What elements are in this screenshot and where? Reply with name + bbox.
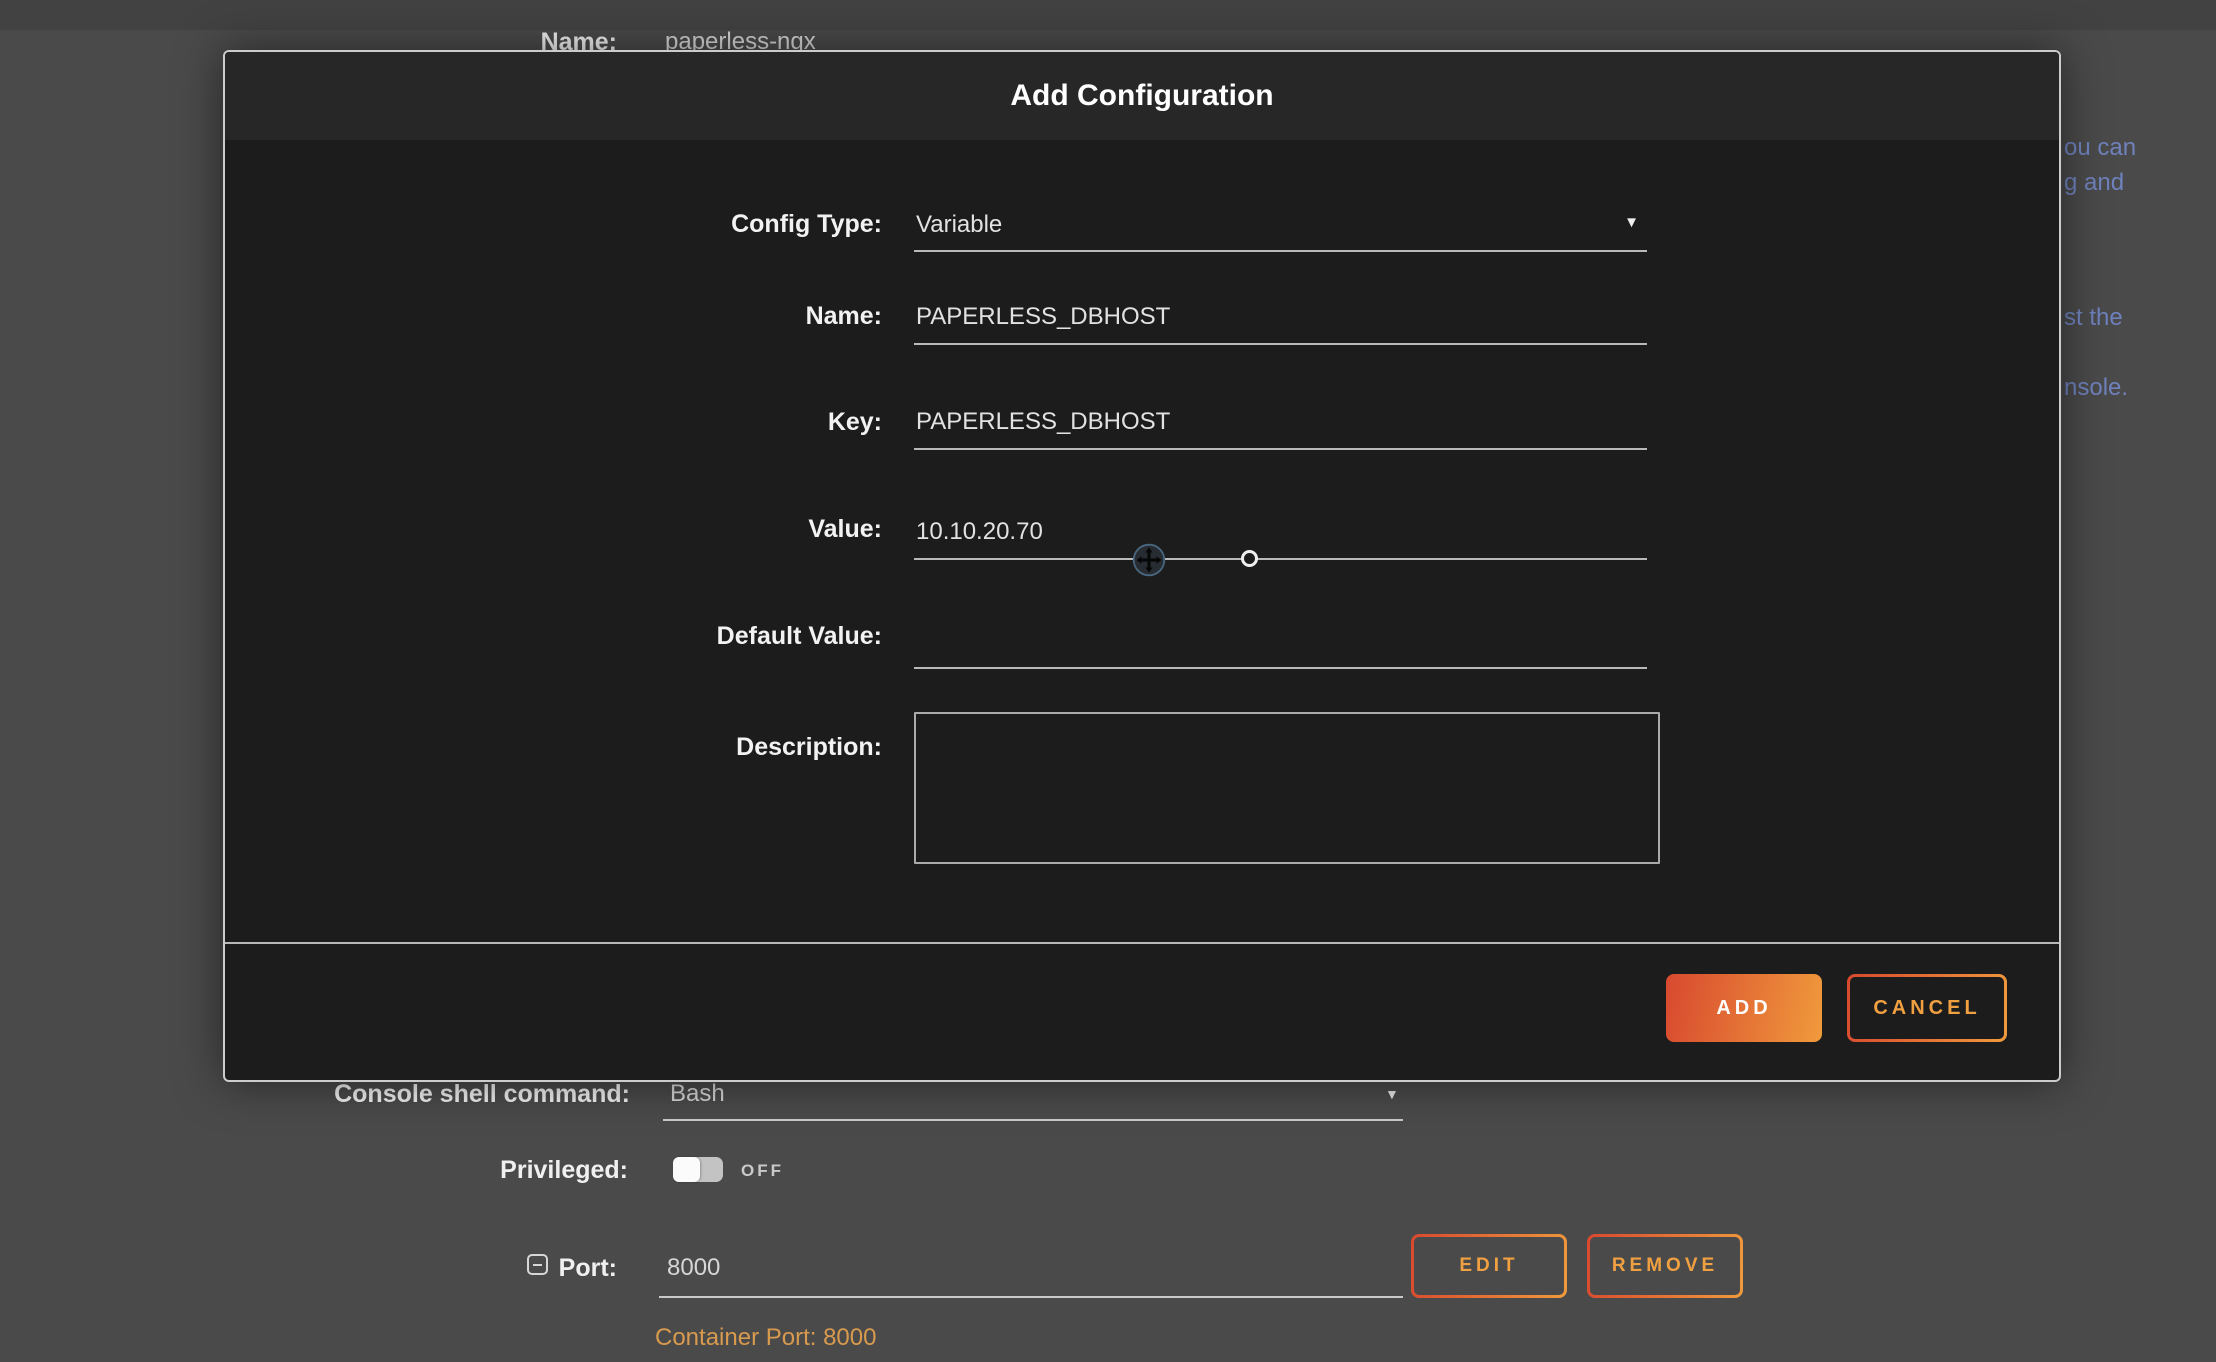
edit-button[interactable]: EDIT: [1411, 1234, 1567, 1298]
clipped-help-text-line: ou can: [2064, 134, 2136, 162]
top-section-divider: [0, 0, 2216, 30]
remove-button[interactable]: REMOVE: [1587, 1234, 1743, 1298]
port-value[interactable]: 8000: [667, 1253, 720, 1283]
privileged-toggle[interactable]: [673, 1157, 723, 1182]
config-type-label: Config Type:: [565, 209, 882, 239]
config-key-label: Key:: [565, 407, 882, 437]
selection-handle-icon[interactable]: [1241, 550, 1258, 567]
config-value-input[interactable]: [914, 516, 1647, 560]
privileged-label: Privileged:: [228, 1155, 628, 1185]
chevron-down-icon: ▼: [1624, 214, 1639, 231]
cancel-button-label: CANCEL: [1850, 977, 2004, 1039]
config-type-selected-value: Variable: [916, 210, 1002, 240]
config-name-input[interactable]: [914, 301, 1647, 345]
config-value-label: Value:: [565, 514, 882, 544]
edit-button-label: EDIT: [1414, 1237, 1564, 1295]
dialog-footer-divider: [225, 942, 2059, 944]
config-description-label: Description:: [565, 732, 882, 762]
port-underline: [659, 1296, 1403, 1298]
clipped-help-text-line: g and: [2064, 169, 2124, 197]
config-name-label: Name:: [565, 301, 882, 331]
container-port-note: Container Port: 8000: [655, 1323, 876, 1353]
move-cursor-icon: [1132, 543, 1166, 577]
add-button[interactable]: ADD: [1666, 974, 1822, 1042]
console-shell-command-label: Console shell command:: [230, 1079, 630, 1109]
config-description-textarea[interactable]: [914, 712, 1660, 864]
config-key-input[interactable]: [914, 406, 1647, 450]
port-label: Port:: [417, 1253, 617, 1283]
cancel-button[interactable]: CANCEL: [1847, 974, 2007, 1042]
clipped-help-text-line: nsole.: [2064, 374, 2128, 402]
remove-button-label: REMOVE: [1590, 1237, 1740, 1295]
privileged-state-text: OFF: [741, 1161, 784, 1181]
console-shell-command-value[interactable]: Bash: [670, 1079, 725, 1109]
docker-config-page: Name: paperless-ngx ou can g and st the …: [0, 0, 2216, 1362]
toggle-knob-icon: [673, 1157, 700, 1182]
config-type-select[interactable]: Variable ▼: [914, 208, 1647, 252]
add-configuration-dialog: Add Configuration Config Type: Variable …: [223, 50, 2061, 1082]
console-shell-command-underline: [663, 1119, 1403, 1121]
clipped-help-text-line: st the: [2064, 304, 2123, 332]
config-default-value-input[interactable]: [914, 625, 1647, 669]
dialog-title: Add Configuration: [225, 52, 2059, 140]
chevron-down-icon[interactable]: ▼: [1385, 1087, 1399, 1101]
config-default-value-label: Default Value:: [565, 621, 882, 651]
